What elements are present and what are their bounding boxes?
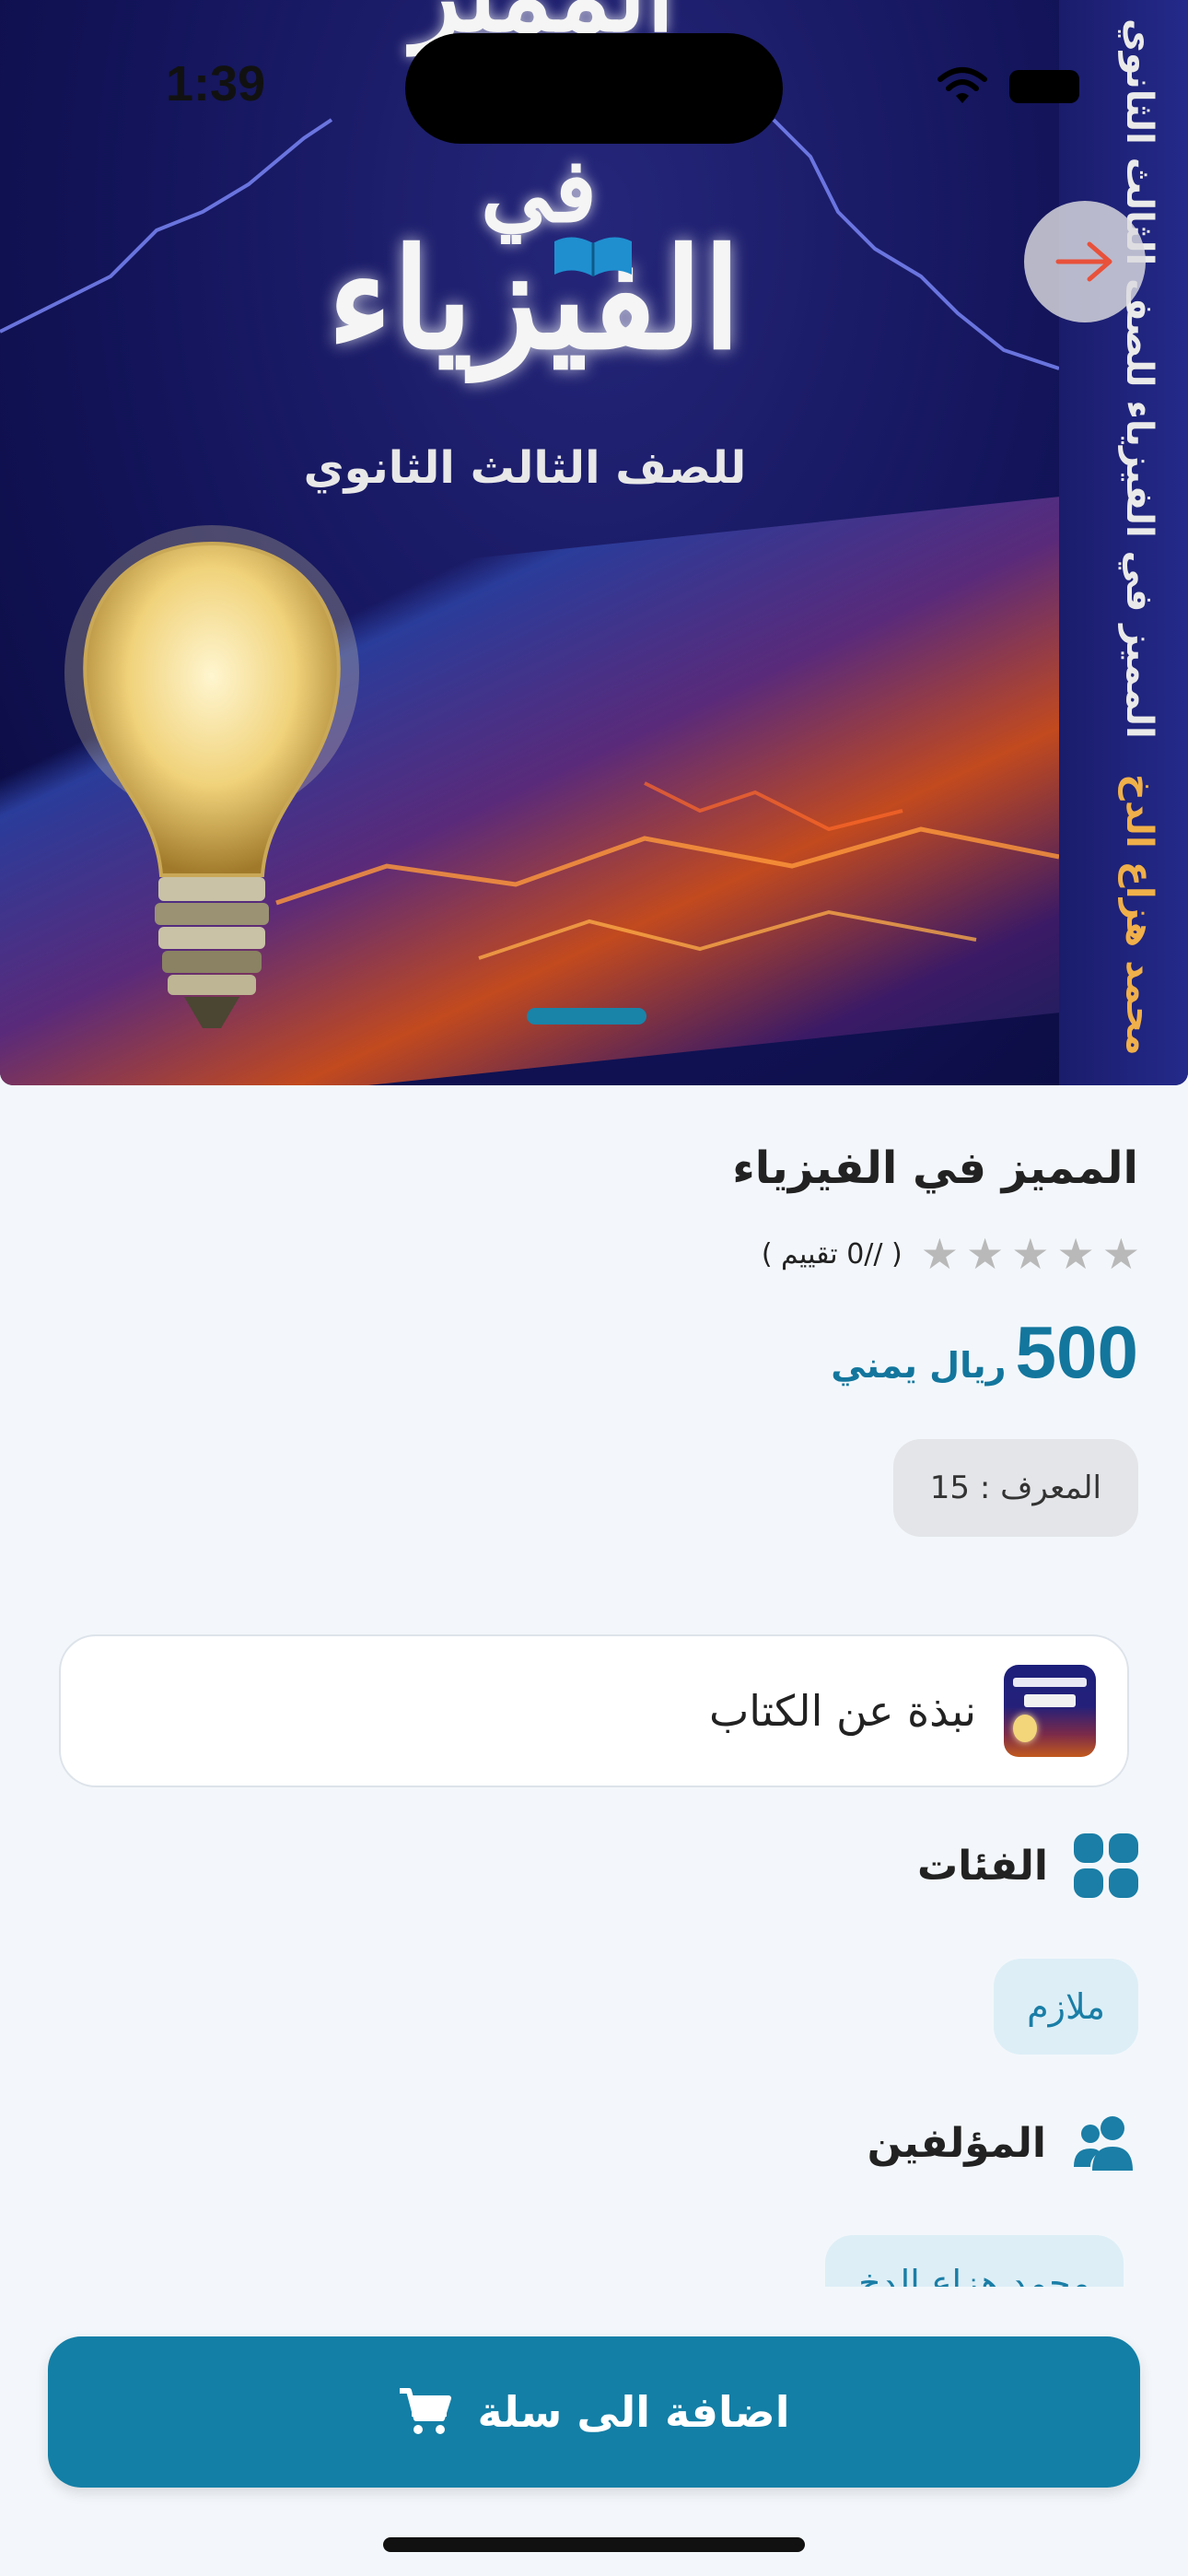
category-chip[interactable]: ملازم: [994, 1959, 1138, 2055]
authors-header: المؤلفين: [868, 2110, 1138, 2176]
status-icons: [936, 66, 1079, 107]
home-indicator: [383, 2537, 805, 2552]
authors-title: المؤلفين: [867, 2119, 1046, 2167]
about-book-label: نبذة عن الكتاب: [708, 1686, 976, 1736]
book-thumbnail: [1004, 1665, 1096, 1757]
star-icon: ★: [1011, 1229, 1050, 1279]
cover-spine-author: محمد هزاع الدخ: [1118, 774, 1160, 1056]
author-chip[interactable]: محمد هزاع الدخ: [825, 2235, 1124, 2287]
users-icon: [1074, 2116, 1133, 2171]
rating-row: ★ ★ ★ ★ ★ ( //0 تقييم ): [762, 1233, 1140, 1275]
price-value: 500: [1015, 1311, 1138, 1393]
grid-icon: [1074, 1833, 1138, 1898]
book-title: المميز في الفيزياء: [732, 1142, 1138, 1194]
categories-title: الفئات: [917, 1842, 1048, 1890]
book-id-chip: المعرف : 15: [892, 1439, 1138, 1537]
wifi-icon: [938, 67, 987, 103]
add-to-cart-label: اضافة الى سلة: [477, 2387, 790, 2437]
star-icon: ★: [920, 1229, 959, 1279]
status-time: 1:39: [166, 56, 266, 111]
about-book-card[interactable]: نبذة عن الكتاب: [59, 1634, 1129, 1787]
add-to-cart-button[interactable]: اضافة الى سلة: [48, 2336, 1140, 2488]
cover-subtitle: للصف الثالث الثانوي: [303, 442, 747, 494]
authors-list-viewport: محمد هزاع الدخ: [0, 2207, 1188, 2287]
cover-title-text: الفيزياء: [327, 218, 741, 381]
star-icon: ★: [966, 1229, 1005, 1279]
star-icon: ★: [1056, 1229, 1095, 1279]
open-book-icon: [554, 237, 632, 276]
image-pager-indicator: [527, 1008, 646, 1025]
back-button[interactable]: [1024, 201, 1146, 322]
star-icon: ★: [1101, 1229, 1140, 1279]
lightbulb-illustration: [64, 525, 359, 1028]
battery-icon: [1009, 70, 1079, 103]
arrow-right-icon: [1055, 241, 1112, 282]
price: 500 ريال يمني: [831, 1310, 1138, 1395]
cart-icon: [400, 2388, 452, 2434]
dynamic-island: [405, 33, 783, 144]
categories-header: الفئات: [917, 1833, 1138, 1898]
book-cover-image: المميز في الفيزياء للصف الثالث الثانوي ا…: [0, 0, 1188, 1085]
rating-count: ( //0 تقييم ): [761, 1237, 903, 1270]
price-currency: ريال يمني: [831, 1345, 1007, 1386]
